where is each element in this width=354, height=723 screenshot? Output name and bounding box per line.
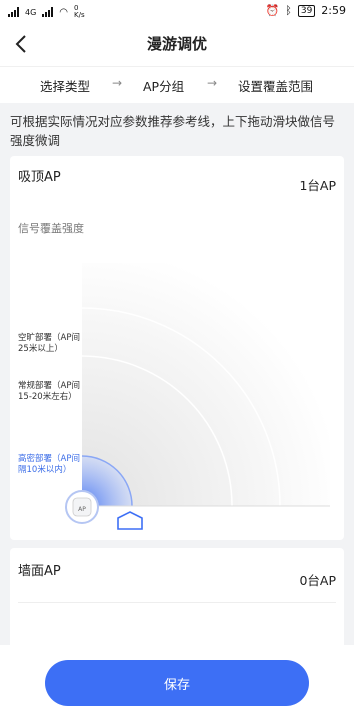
net-speed: 0 K/s [74,4,85,19]
save-button[interactable]: 保存 [45,660,309,706]
wall-ap-count: 0台AP [299,573,336,588]
status-bar: 4G ◠ 0 K/s ⏰ ᛒ 39 2:59 [0,0,354,22]
regular-deployment-label: 常规部署（AP间15-20米左右） [18,381,80,402]
open-deployment-label: 空旷部署（AP间25米以上） [18,333,80,354]
ap-badge: AP [78,506,86,513]
hint-text: 可根据实际情况对应参数推荐参考线，上下拖动滑块做信号强度微调 [10,114,336,148]
wifi-icon: ◠ [59,6,69,18]
nav-bar: 漫游调优 [0,22,354,66]
signal-icon-2 [42,7,54,17]
network-type: 4G [25,7,37,17]
wall-ap-title: 墙面AP [18,564,61,579]
page-title: 漫游调优 [146,35,207,53]
dense-deployment-label: 高密部署（AP间隔10米以内） [18,454,80,475]
bluetooth-icon: ᛒ [285,4,292,17]
alarm-icon: ⏰ [265,4,280,17]
arrow-right-icon: → [112,76,123,90]
step-ap-group: AP分组 [143,79,185,94]
clock: 2:59 [321,4,346,17]
step-select-type: 选择类型 [40,79,91,94]
slider-handle[interactable] [117,511,143,530]
signal-icon [8,7,19,17]
wall-ap-card: 墙面AP 0台AP [10,548,344,658]
battery-icon: 39 [297,4,316,17]
coverage-area [82,263,330,506]
step-set-coverage: 设置覆盖范围 [238,79,314,94]
footer: 保存 [0,645,354,723]
arrow-right-icon: → [207,76,218,90]
divider [18,602,336,603]
ceiling-ap-card: 吸顶AP 1台AP 信号覆盖强度 AP 空旷部署（AP间25米以上） 常规部署（… [10,156,344,540]
step-indicator: 选择类型 → AP分组 → 设置覆盖范围 [0,66,354,103]
